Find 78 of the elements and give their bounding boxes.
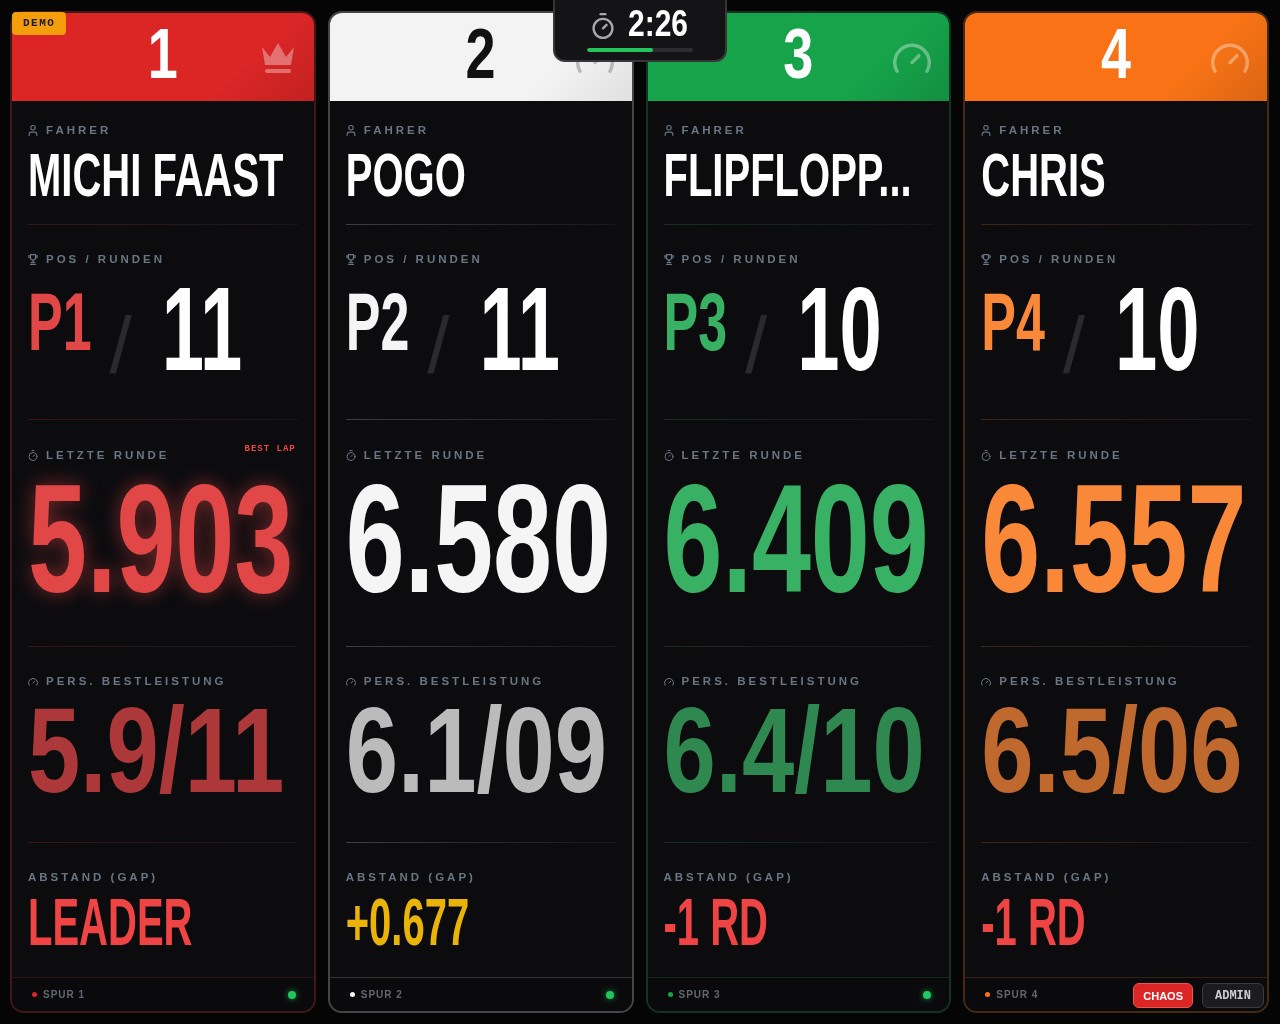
last-lap-label: LETZTE RUNDE	[999, 449, 1123, 462]
gap-value: -1 RD	[981, 887, 1086, 956]
gauge-icon	[981, 676, 992, 687]
lane-number: 2	[465, 18, 496, 89]
driver-label: FAHRER	[999, 124, 1065, 137]
position-laps-label: POS / RUNDEN	[46, 253, 166, 266]
gap-value: +0.677	[345, 887, 470, 956]
personal-best-label: PERS. BESTLEISTUNG	[999, 675, 1180, 688]
gauge-icon	[345, 676, 356, 687]
position-laps-label: POS / RUNDEN	[363, 253, 483, 266]
lane-name: SPUR 1	[43, 988, 86, 1001]
last-lap-time: 6.580	[345, 461, 611, 616]
race-position: P3	[663, 280, 728, 363]
last-lap-label: LETZTE RUNDE	[363, 449, 488, 462]
trophy-icon	[28, 254, 38, 265]
driver-label: FAHRER	[681, 124, 747, 137]
slash-separator: /	[745, 306, 768, 386]
lap-count: 10	[1115, 270, 1200, 389]
last-lap-time: 6.557	[981, 461, 1247, 616]
lap-count: 11	[479, 270, 560, 389]
race-position: P4	[981, 280, 1045, 363]
person-icon	[663, 125, 674, 136]
lane-number: 1	[147, 18, 178, 89]
race-position: P1	[28, 280, 92, 363]
position-laps-label: POS / RUNDEN	[681, 253, 801, 266]
person-icon	[981, 125, 992, 136]
slash-separator: /	[427, 306, 450, 386]
best-lap-label: BEST LAP	[244, 445, 296, 454]
last-lap-label: LETZTE RUNDE	[681, 449, 806, 462]
demo-badge: DEMO	[12, 12, 67, 35]
personal-best-value: 5.9/11	[28, 690, 285, 812]
person-icon	[345, 125, 356, 136]
lane-name: SPUR 4	[996, 988, 1039, 1001]
personal-best-label: PERS. BESTLEISTUNG	[363, 675, 545, 688]
stopwatch-icon	[981, 450, 992, 461]
person-icon	[28, 125, 38, 136]
driver-name: POGO	[345, 143, 466, 206]
timer-text: 2:26	[627, 5, 688, 42]
trophy-icon	[663, 254, 674, 265]
race-position: P2	[345, 280, 410, 363]
lane-number: 4	[1101, 18, 1132, 89]
gap-label: ABSTAND (GAP)	[28, 871, 159, 884]
slash-separator: /	[109, 306, 132, 386]
driver-label: FAHRER	[363, 124, 430, 137]
last-lap-time: 5.903	[28, 461, 294, 616]
lane-name: SPUR 2	[360, 988, 403, 1001]
lap-count: 11	[161, 270, 243, 389]
trophy-icon	[981, 254, 992, 265]
trophy-icon	[345, 254, 356, 265]
personal-best-value: 6.5/06	[981, 690, 1243, 812]
lane-name: SPUR 3	[678, 988, 721, 1001]
gap-value: LEADER	[28, 887, 193, 956]
lane-number: 3	[783, 18, 814, 89]
stopwatch-icon	[345, 450, 356, 461]
driver-name: CHRIS	[981, 143, 1106, 206]
stopwatch-icon	[591, 13, 614, 39]
admin-button[interactable]: ADMIN	[1202, 983, 1264, 1008]
lap-count: 10	[797, 270, 882, 389]
last-lap-time: 6.409	[663, 461, 929, 616]
stopwatch-icon	[28, 450, 38, 461]
gap-label: ABSTAND (GAP)	[345, 871, 476, 884]
gauge-icon	[28, 676, 38, 687]
driver-name: FLIPFLOPP...	[663, 143, 912, 206]
stopwatch-icon	[663, 450, 674, 461]
gap-label: ABSTAND (GAP)	[663, 871, 794, 884]
personal-best-value: 6.4/10	[663, 690, 925, 812]
slash-separator: /	[1062, 306, 1086, 386]
driver-label: FAHRER	[46, 124, 112, 137]
gap-value: -1 RD	[663, 887, 768, 956]
personal-best-label: PERS. BESTLEISTUNG	[46, 675, 227, 688]
last-lap-label: LETZTE RUNDE	[46, 449, 170, 462]
gap-label: ABSTAND (GAP)	[981, 871, 1112, 884]
chaos-button[interactable]: CHAOS	[1133, 983, 1193, 1008]
gauge-icon	[663, 676, 674, 687]
driver-name: MICHI FAAST	[28, 143, 284, 206]
personal-best-value: 6.1/09	[345, 690, 608, 812]
personal-best-label: PERS. BESTLEISTUNG	[681, 675, 863, 688]
position-laps-label: POS / RUNDEN	[999, 253, 1119, 266]
